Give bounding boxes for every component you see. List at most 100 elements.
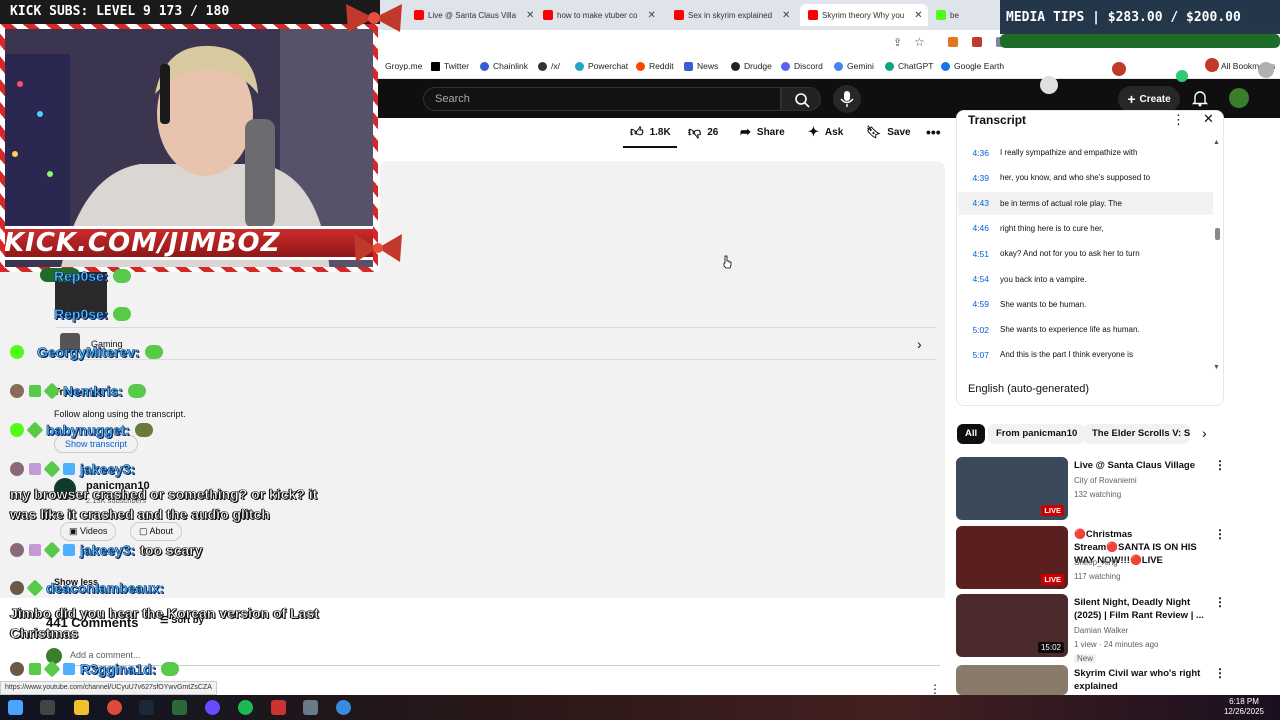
bookmark-discord[interactable]: Discord: [781, 61, 823, 71]
chevron-right-icon[interactable]: ›: [1202, 425, 1207, 441]
bookmark-reddit[interactable]: Reddit: [636, 61, 674, 71]
scroll-up-arrow-icon[interactable]: ▲: [1213, 139, 1220, 146]
more-vertical-icon[interactable]: ⋮: [1214, 666, 1226, 680]
bookmark-news[interactable]: News: [684, 61, 718, 71]
segment-timestamp[interactable]: 4:51: [958, 249, 1000, 259]
app-icon[interactable]: [303, 700, 318, 715]
voice-search-button[interactable]: [833, 85, 861, 113]
browser-tab-5[interactable]: be: [936, 4, 976, 26]
status-bar-url: https://www.youtube.com/channel/UCyuU7v6…: [0, 681, 217, 695]
channel-name[interactable]: Sheep_Xing: [1074, 558, 1118, 567]
close-tab-icon[interactable]: ✕: [526, 10, 534, 21]
bookmark-star-icon[interactable]: ☆: [914, 35, 925, 49]
search-button[interactable]: [781, 87, 821, 111]
bookmark-x-board[interactable]: /x/: [538, 61, 560, 71]
close-icon[interactable]: ✕: [1203, 111, 1214, 127]
app-icon[interactable]: [172, 700, 187, 715]
steam-icon[interactable]: [139, 700, 154, 715]
bookmark-gemini[interactable]: Gemini: [834, 61, 874, 71]
add-comment-input[interactable]: Add a comment...: [70, 650, 141, 660]
chrome-icon[interactable]: [107, 700, 122, 715]
bookmark-groyp[interactable]: Groyp.me: [385, 61, 422, 71]
chip-elder-scrolls[interactable]: The Elder Scrolls V: Sk: [1084, 424, 1190, 444]
share-button[interactable]: ➦ Share: [740, 121, 785, 143]
browser-tab-2[interactable]: how to make vtuber co ✕: [543, 4, 663, 26]
account-avatar[interactable]: [1229, 88, 1249, 108]
dislike-button[interactable]: 👎︎ 26: [688, 121, 718, 143]
create-button[interactable]: + Create: [1118, 86, 1180, 112]
channel-name[interactable]: City of Rovaniemi: [1074, 476, 1137, 485]
transcript-scrollbar[interactable]: [1215, 228, 1220, 240]
video-thumbnail[interactable]: [956, 665, 1068, 695]
bookmark-chatgpt[interactable]: ChatGPT: [885, 61, 933, 71]
app-icon[interactable]: [336, 700, 351, 715]
browser-tab-active[interactable]: Skyrim theory Why you ✕: [800, 4, 928, 26]
videos-button[interactable]: ▣ Videos: [60, 522, 117, 541]
transcript-segment[interactable]: 4:36 I really sympathize and empathize wi…: [958, 141, 1213, 164]
video-title[interactable]: Silent Night, Deadly Night (2025) | Film…: [1074, 596, 1209, 622]
chip-all[interactable]: All: [957, 424, 986, 444]
spotify-icon[interactable]: [238, 700, 253, 715]
transcript-menu-icon[interactable]: ⋮: [1172, 112, 1185, 128]
segment-timestamp[interactable]: 5:02: [958, 325, 1000, 335]
video-title[interactable]: Live @ Santa Claus Village: [1074, 459, 1209, 472]
close-tab-icon[interactable]: ✕: [647, 10, 655, 21]
video-title[interactable]: Skyrim Civil war who's right explained: [1074, 667, 1209, 693]
bookmark-powerchat[interactable]: Powerchat: [575, 61, 628, 71]
segment-timestamp[interactable]: 4:54: [958, 274, 1000, 284]
bookmark-chainlink[interactable]: Chainlink: [480, 61, 528, 71]
more-vertical-icon[interactable]: ⋮: [929, 682, 941, 696]
close-tab-icon[interactable]: ✕: [914, 10, 922, 21]
chainlink-icon: [480, 61, 489, 71]
segment-timestamp[interactable]: 4:46: [958, 223, 1000, 233]
ask-button[interactable]: ✦ Ask: [808, 121, 843, 143]
more-vertical-icon[interactable]: ⋮: [1214, 458, 1226, 472]
scroll-down-arrow-icon[interactable]: ▼: [1213, 364, 1220, 371]
news-icon: [684, 61, 693, 71]
bookmark-twitter[interactable]: Twitter: [431, 61, 469, 71]
segment-timestamp[interactable]: 5:07: [958, 350, 1000, 360]
extension-gift-icon[interactable]: [972, 37, 982, 47]
app-icon[interactable]: [271, 700, 286, 715]
notifications-button[interactable]: [1190, 88, 1210, 108]
like-button[interactable]: 👍︎ 1.8K: [630, 121, 671, 143]
more-vertical-icon[interactable]: ⋮: [1214, 595, 1226, 609]
video-thumbnail[interactable]: LIVE: [956, 457, 1068, 520]
bookmark-google-earth[interactable]: Google Earth: [941, 61, 1004, 71]
transcript-language[interactable]: English (auto-generated): [968, 383, 1089, 395]
file-explorer-icon[interactable]: [74, 700, 89, 715]
taskbar-clock[interactable]: 6:18 PM 12/26/2025: [1224, 697, 1264, 717]
transcript-segment[interactable]: 4:54 you back into a vampire.: [958, 268, 1213, 291]
category-row[interactable]: Gaming ›: [55, 327, 937, 360]
segment-timestamp[interactable]: 4:39: [958, 173, 1000, 183]
transcript-segment[interactable]: 4:59 She wants to be human.: [958, 293, 1213, 316]
transcript-segment[interactable]: 5:07 And this is the part I think everyon…: [958, 343, 1213, 366]
transcript-segment[interactable]: 4:46 right thing here is to cure her,: [958, 217, 1213, 240]
extension-metamask-icon[interactable]: [948, 37, 958, 47]
segment-timestamp[interactable]: 4:43: [958, 198, 1000, 208]
close-tab-icon[interactable]: ✕: [782, 10, 790, 21]
bookmark-drudge[interactable]: Drudge: [731, 61, 772, 71]
channel-name[interactable]: Damian Walker: [1074, 626, 1128, 635]
ornament-icon: [1205, 58, 1219, 72]
more-actions-button[interactable]: •••: [926, 121, 941, 143]
save-button[interactable]: 🔖︎ Save: [866, 121, 911, 143]
install-app-icon[interactable]: ⇪: [893, 36, 902, 49]
segment-timestamp[interactable]: 4:59: [958, 299, 1000, 309]
task-view-icon[interactable]: [40, 700, 55, 715]
browser-tab-3[interactable]: Sex in skyrim explained ✕: [674, 4, 796, 26]
transcript-segment[interactable]: 4:39 her, you know, and who she's suppose…: [958, 166, 1213, 189]
about-button[interactable]: ▢ About: [130, 522, 183, 541]
browser-tab-1[interactable]: Live @ Santa Claus Villa ✕: [414, 4, 538, 26]
transcript-segment[interactable]: 5:02 She wants to experience life as huma…: [958, 318, 1213, 341]
more-vertical-icon[interactable]: ⋮: [1214, 527, 1226, 541]
windows-start-icon[interactable]: [8, 700, 23, 715]
chip-from-channel[interactable]: From panicman10: [988, 424, 1086, 444]
search-input[interactable]: Search: [423, 87, 781, 111]
video-thumbnail[interactable]: 15:02: [956, 594, 1068, 657]
obs-icon[interactable]: [205, 700, 220, 715]
transcript-segment[interactable]: 4:51 okay? And not for you to ask her to …: [958, 242, 1213, 265]
video-thumbnail[interactable]: LIVE: [956, 526, 1068, 589]
segment-timestamp[interactable]: 4:36: [958, 148, 1000, 158]
transcript-segment[interactable]: 4:43 be in terms of actual role play. The: [958, 191, 1213, 215]
